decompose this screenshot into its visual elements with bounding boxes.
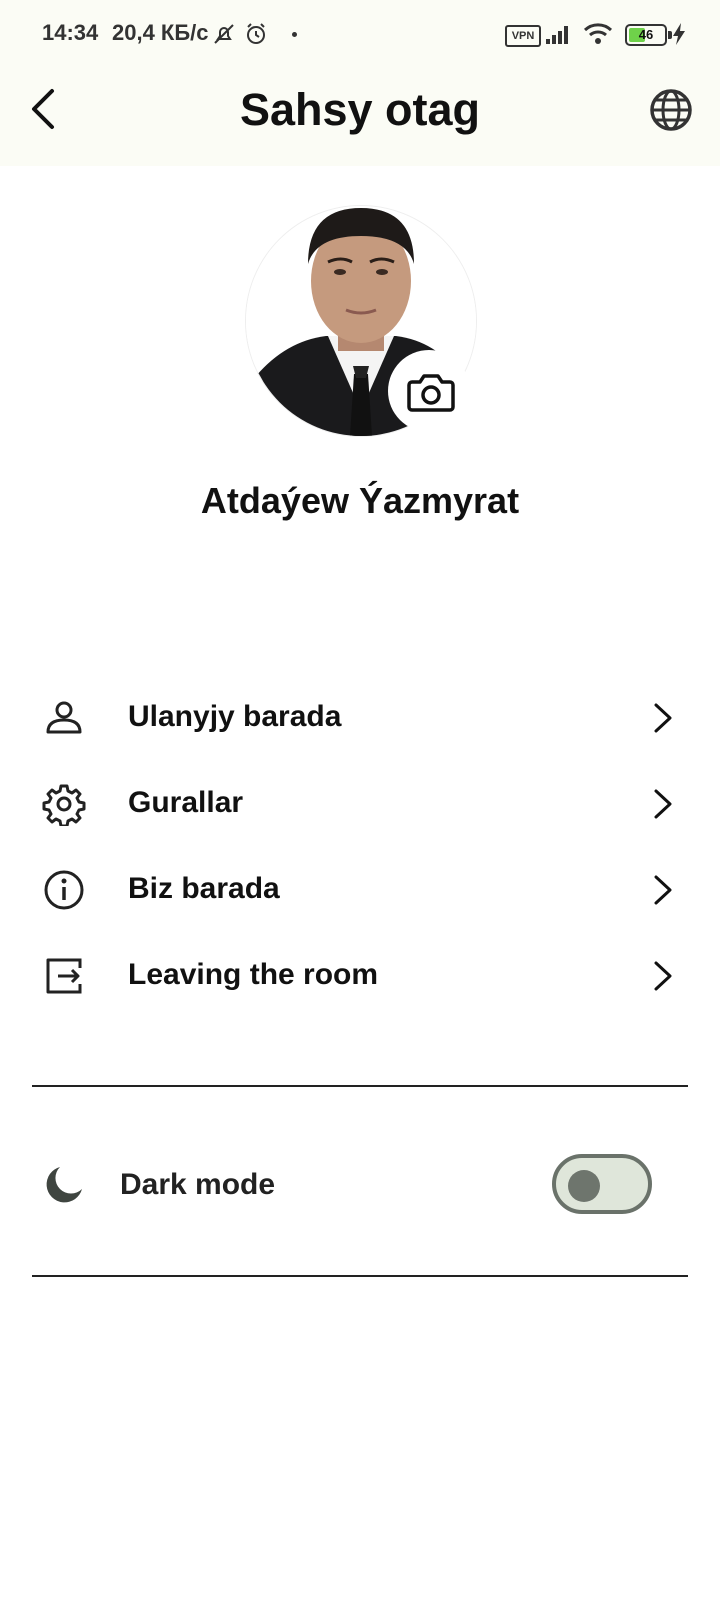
user-icon: [46, 701, 82, 734]
battery-level: 46: [638, 27, 654, 42]
menu-label: Ulanyjy barada: [128, 700, 342, 733]
dark-mode-row: Dark mode: [0, 1140, 720, 1230]
network-speed: 20,4 КБ/с: [112, 20, 209, 45]
menu-item-about[interactable]: Biz barada: [0, 850, 720, 930]
moon-icon: [46, 1167, 82, 1203]
profile-avatar-section: [245, 205, 477, 437]
signal-icon: [545, 22, 573, 52]
toggle-knob: [568, 1170, 600, 1202]
charging-icon: [672, 22, 686, 52]
info-icon: [44, 870, 84, 910]
change-photo-button[interactable]: [388, 350, 470, 432]
mute-icon: [212, 22, 236, 52]
menu-label: Leaving the room: [128, 958, 379, 991]
wifi-icon: [583, 22, 613, 52]
alarm-icon: [244, 22, 268, 52]
divider-bottom: [32, 1275, 688, 1277]
dark-mode-label: Dark mode: [120, 1168, 276, 1201]
battery-indicator: 46: [625, 24, 672, 46]
divider-top: [32, 1085, 688, 1087]
user-name: Atdaýew Ýazmyrat: [200, 480, 520, 521]
menu-item-logout[interactable]: Leaving the room: [0, 936, 720, 1016]
menu-item-user-info[interactable]: Ulanyjy barada: [0, 678, 720, 758]
chevron-right-icon: [654, 789, 672, 819]
chevron-right-icon: [654, 961, 672, 991]
gear-icon: [42, 784, 86, 826]
status-time: 14:34: [42, 20, 99, 45]
chevron-right-icon: [654, 875, 672, 905]
menu-label: Gurallar: [128, 786, 244, 819]
menu-item-tools[interactable]: Gurallar: [0, 764, 720, 844]
camera-icon: [407, 374, 455, 412]
dark-mode-toggle[interactable]: [552, 1154, 652, 1214]
chevron-right-icon: [654, 703, 672, 733]
logout-icon: [46, 958, 82, 994]
globe-icon: [650, 89, 692, 131]
vpn-badge: VPN: [505, 25, 541, 47]
language-button[interactable]: [648, 87, 694, 133]
menu-label: Biz barada: [128, 872, 280, 905]
status-bar: 14:34 20,4 КБ/с VPN 46: [0, 14, 720, 58]
page-title: Sahsy otag: [239, 84, 481, 135]
top-app-bar: 14:34 20,4 КБ/с VPN 46 Sahsy otag: [0, 0, 720, 166]
notification-dot: [292, 32, 297, 37]
